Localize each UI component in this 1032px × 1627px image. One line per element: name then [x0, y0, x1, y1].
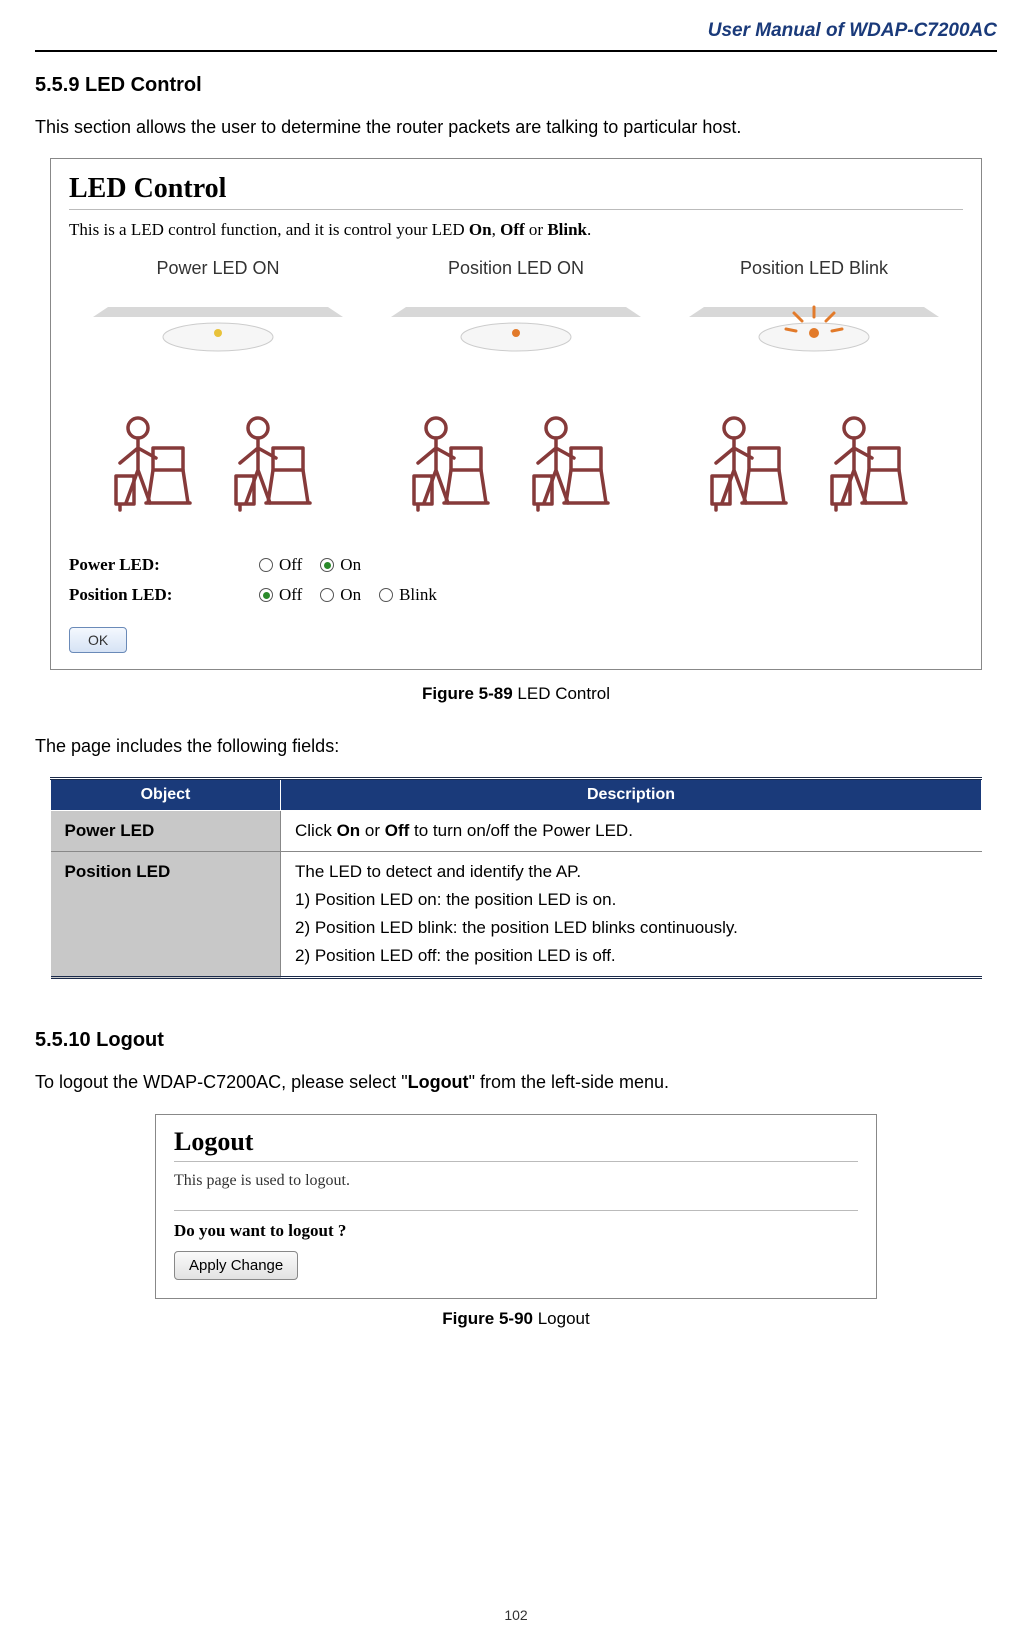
divider: [69, 209, 963, 210]
logout-title: Logout: [174, 1127, 858, 1157]
people-col: [367, 398, 665, 533]
power-led-group: Off On: [259, 555, 371, 575]
screenshot-logout: Logout This page is used to logout. Do y…: [155, 1114, 877, 1299]
ok-button[interactable]: OK: [69, 627, 127, 653]
led-label-row: Power LED ON Position LED ON Position LE…: [69, 258, 963, 392]
position-led-group: Off On Blink: [259, 585, 447, 605]
section-intro-logout: To logout the WDAP-C7200AC, please selec…: [35, 1070, 997, 1095]
desc-line: 2) Position LED off: the position LED is…: [295, 946, 968, 966]
device-icon: [367, 287, 665, 387]
divider: [174, 1161, 858, 1162]
device-icon: [69, 287, 367, 387]
text-bold: On: [469, 220, 492, 239]
text-bold: Off: [500, 220, 525, 239]
power-led-off-option[interactable]: Off: [259, 555, 302, 575]
table-cell-object: Power LED: [51, 811, 281, 852]
people-icon: [367, 398, 665, 528]
led-col-1: Power LED ON: [69, 258, 367, 392]
figure-title: Logout: [533, 1309, 590, 1328]
text-bold: On: [337, 821, 361, 840]
position-led-label: Position LED:: [69, 585, 259, 605]
radio-icon: [259, 558, 273, 572]
radio-icon: [379, 588, 393, 602]
radio-icon: [320, 588, 334, 602]
led-col-label: Position LED Blink: [665, 258, 963, 279]
radio-text: Blink: [399, 585, 437, 605]
desc-line: The LED to detect and identify the AP.: [295, 862, 968, 882]
table-row: Power LED Click On or Off to turn on/off…: [51, 811, 982, 852]
text: ,: [492, 220, 501, 239]
led-col-label: Position LED ON: [367, 258, 665, 279]
position-led-blink-option[interactable]: Blink: [379, 585, 437, 605]
device-icon: [665, 287, 963, 387]
people-row: [69, 398, 963, 533]
section-heading-logout: 5.5.10 Logout: [35, 1029, 997, 1052]
radio-icon: [259, 588, 273, 602]
document-header: User Manual of WDAP-C7200AC: [35, 20, 997, 52]
page-number: 102: [504, 1607, 527, 1623]
figure-caption-2: Figure 5-90 Logout: [35, 1309, 997, 1329]
table-cell-desc: Click On or Off to turn on/off the Power…: [281, 811, 982, 852]
radio-text: Off: [279, 585, 302, 605]
fields-table: Object Description Power LED Click On or…: [50, 777, 982, 979]
figure-caption-1: Figure 5-89 LED Control: [35, 684, 997, 704]
apply-change-button[interactable]: Apply Change: [174, 1251, 298, 1280]
power-led-on-option[interactable]: On: [320, 555, 361, 575]
screenshot-led-control: LED Control This is a LED control functi…: [50, 158, 982, 670]
desc-line: 1) Position LED on: the position LED is …: [295, 890, 968, 910]
text: or: [525, 220, 548, 239]
text-bold: Blink: [547, 220, 587, 239]
divider: [174, 1210, 858, 1211]
led-col-2: Position LED ON: [367, 258, 665, 392]
desc-line: 2) Position LED blink: the position LED …: [295, 918, 968, 938]
text: .: [587, 220, 591, 239]
fields-intro: The page includes the following fields:: [35, 734, 997, 759]
logout-question: Do you want to logout ?: [174, 1221, 858, 1241]
people-icon: [665, 398, 963, 528]
people-col: [665, 398, 963, 533]
position-led-row: Position LED: Off On Blink: [69, 585, 963, 605]
led-col-label: Power LED ON: [69, 258, 367, 279]
screenshot-title: LED Control: [69, 173, 963, 205]
section-heading-led: 5.5.9 LED Control: [35, 74, 997, 97]
figure-number: Figure 5-90: [442, 1309, 533, 1328]
table-row: Position LED The LED to detect and ident…: [51, 852, 982, 978]
table-cell-object: Position LED: [51, 852, 281, 978]
table-cell-desc: The LED to detect and identify the AP. 1…: [281, 852, 982, 978]
people-col: [69, 398, 367, 533]
table-header-description: Description: [281, 779, 982, 811]
people-icon: [69, 398, 367, 528]
position-led-on-option[interactable]: On: [320, 585, 361, 605]
section-intro-led: This section allows the user to determin…: [35, 115, 997, 140]
text: Click: [295, 821, 337, 840]
text: to turn on/off the Power LED.: [409, 821, 633, 840]
radio-text: On: [340, 585, 361, 605]
text: " from the left-side menu.: [469, 1072, 669, 1092]
figure-title: LED Control: [513, 684, 610, 703]
text: To logout the WDAP-C7200AC, please selec…: [35, 1072, 408, 1092]
led-col-3: Position LED Blink: [665, 258, 963, 392]
figure-number: Figure 5-89: [422, 684, 513, 703]
position-led-off-option[interactable]: Off: [259, 585, 302, 605]
radio-icon: [320, 558, 334, 572]
radio-text: On: [340, 555, 361, 575]
power-led-label: Power LED:: [69, 555, 259, 575]
radio-text: Off: [279, 555, 302, 575]
text-bold: Off: [385, 821, 410, 840]
logout-desc: This page is used to logout.: [174, 1172, 858, 1190]
text: or: [360, 821, 385, 840]
text: This is a LED control function, and it i…: [69, 220, 469, 239]
table-header-object: Object: [51, 779, 281, 811]
text-bold: Logout: [408, 1072, 469, 1092]
power-led-row: Power LED: Off On: [69, 555, 963, 575]
screenshot-desc: This is a LED control function, and it i…: [69, 220, 963, 240]
